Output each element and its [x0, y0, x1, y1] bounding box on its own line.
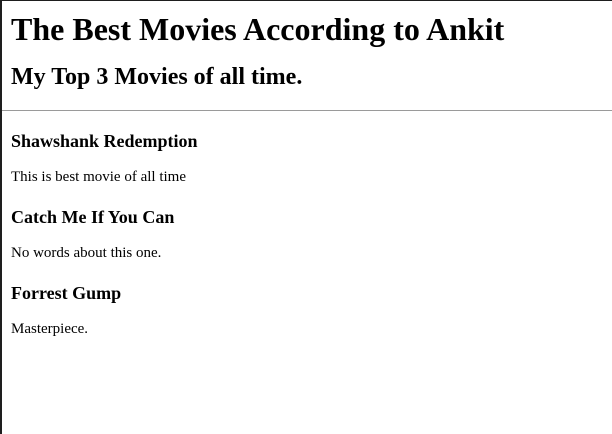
movie-item: Forrest Gump Masterpiece.	[11, 282, 612, 338]
movie-title: Catch Me If You Can	[11, 207, 175, 227]
movie-description: No words about this one.	[11, 245, 162, 261]
page-title: The Best Movies According to Ankit	[11, 11, 505, 47]
section-divider	[2, 110, 612, 111]
movie-description: This is best movie of all time	[11, 169, 186, 185]
movie-title: Forrest Gump	[11, 283, 122, 303]
page-content: The Best Movies According to Ankit My To…	[2, 1, 612, 338]
movie-description: Masterpiece.	[11, 321, 89, 337]
page-subtitle: My Top 3 Movies of all time.	[11, 64, 303, 90]
movie-item: Catch Me If You Can No words about this …	[11, 206, 612, 262]
movie-title: Shawshank Redemption	[11, 131, 198, 151]
movie-item: Shawshank Redemption This is best movie …	[11, 130, 612, 186]
page-frame: The Best Movies According to Ankit My To…	[0, 0, 612, 434]
